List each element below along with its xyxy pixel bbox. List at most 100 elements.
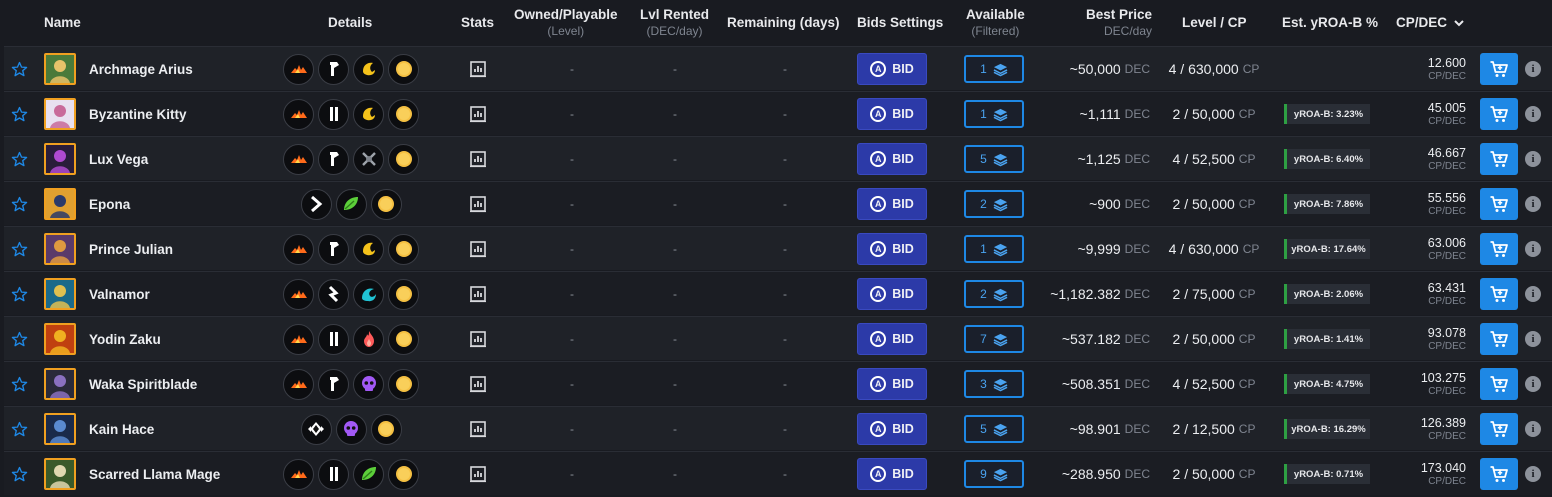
header-remaining[interactable]: Remaining (days) <box>727 14 840 31</box>
card-avatar[interactable] <box>44 368 76 400</box>
stats-icon[interactable] <box>467 452 489 496</box>
owned-value: - <box>570 377 574 391</box>
card-avatar[interactable] <box>44 143 76 175</box>
favorite-star-icon[interactable] <box>10 227 28 271</box>
header-owned[interactable]: Owned/Playable (Level) <box>514 6 618 40</box>
header-available[interactable]: Available (Filtered) <box>966 6 1025 40</box>
favorite-star-icon[interactable] <box>10 92 28 136</box>
add-to-cart-button[interactable] <box>1480 368 1518 400</box>
add-to-cart-button[interactable] <box>1480 323 1518 355</box>
stats-icon[interactable] <box>467 272 489 316</box>
card-details <box>274 362 428 406</box>
header-name[interactable]: Name <box>44 14 81 31</box>
available-button[interactable]: 2 <box>964 280 1024 308</box>
cp-per-dec: 45.005 CP/DEC <box>1427 100 1466 127</box>
stats-icon[interactable] <box>467 407 489 451</box>
bid-button[interactable]: A BID <box>857 98 927 130</box>
bid-button[interactable]: A BID <box>857 458 927 490</box>
favorite-star-icon[interactable] <box>10 182 28 226</box>
info-icon[interactable]: i <box>1524 137 1542 181</box>
add-to-cart-button[interactable] <box>1480 413 1518 445</box>
card-name[interactable]: Lux Vega <box>89 137 148 181</box>
card-avatar[interactable] <box>44 458 76 490</box>
card-name[interactable]: Prince Julian <box>89 227 173 271</box>
info-icon[interactable]: i <box>1524 182 1542 226</box>
bid-button[interactable]: A BID <box>857 143 927 175</box>
header-yroa[interactable]: Est. yROA-B % <box>1282 14 1378 31</box>
table-row: Archmage Arius - - - A BID 1 ~50,000 DEC … <box>4 46 1552 90</box>
stats-icon[interactable] <box>467 317 489 361</box>
bid-button[interactable]: A BID <box>857 233 927 265</box>
stats-icon[interactable] <box>467 182 489 226</box>
available-button[interactable]: 1 <box>964 100 1024 128</box>
available-button[interactable]: 2 <box>964 190 1024 218</box>
header-rented[interactable]: Lvl Rented (DEC/day) <box>640 6 709 40</box>
favorite-star-icon[interactable] <box>10 362 28 406</box>
card-name[interactable]: Scarred Llama Mage <box>89 452 220 496</box>
bid-button[interactable]: A BID <box>857 188 927 220</box>
add-to-cart-button[interactable] <box>1480 458 1518 490</box>
add-to-cart-button[interactable] <box>1480 53 1518 85</box>
info-icon[interactable]: i <box>1524 452 1542 496</box>
stats-icon[interactable] <box>467 92 489 136</box>
available-button[interactable]: 1 <box>964 55 1024 83</box>
favorite-star-icon[interactable] <box>10 47 28 91</box>
available-button[interactable]: 5 <box>964 145 1024 173</box>
available-button[interactable]: 9 <box>964 460 1024 488</box>
bid-button[interactable]: A BID <box>857 413 927 445</box>
favorite-star-icon[interactable] <box>10 272 28 316</box>
add-to-cart-button[interactable] <box>1480 143 1518 175</box>
bid-button[interactable]: A BID <box>857 323 927 355</box>
card-avatar[interactable] <box>44 53 76 85</box>
remaining-value: - <box>783 62 787 76</box>
favorite-star-icon[interactable] <box>10 317 28 361</box>
info-icon[interactable]: i <box>1524 92 1542 136</box>
favorite-star-icon[interactable] <box>10 137 28 181</box>
cp-per-dec: 63.006 CP/DEC <box>1427 235 1466 262</box>
info-icon[interactable]: i <box>1524 407 1542 451</box>
stats-icon[interactable] <box>467 47 489 91</box>
card-name[interactable]: Epona <box>89 182 130 226</box>
bid-button[interactable]: A BID <box>857 278 927 310</box>
bid-button[interactable]: A BID <box>857 53 927 85</box>
card-name[interactable]: Waka Spiritblade <box>89 362 197 406</box>
stats-icon[interactable] <box>467 137 489 181</box>
favorite-star-icon[interactable] <box>10 407 28 451</box>
card-name[interactable]: Byzantine Kitty <box>89 92 187 136</box>
melee-icon <box>318 368 349 400</box>
info-icon[interactable]: i <box>1524 227 1542 271</box>
add-to-cart-button[interactable] <box>1480 98 1518 130</box>
info-icon[interactable]: i <box>1524 362 1542 406</box>
favorite-star-icon[interactable] <box>10 452 28 496</box>
info-icon[interactable]: i <box>1524 47 1542 91</box>
info-icon[interactable]: i <box>1524 317 1542 361</box>
header-best-price[interactable]: Best Price DEC/day <box>1086 6 1152 40</box>
card-name[interactable]: Yodin Zaku <box>89 317 161 361</box>
bid-button[interactable]: A BID <box>857 368 927 400</box>
coin-icon <box>388 143 419 175</box>
card-avatar[interactable] <box>44 98 76 130</box>
add-to-cart-button[interactable] <box>1480 278 1518 310</box>
card-name[interactable]: Kain Hace <box>89 407 154 451</box>
card-avatar[interactable] <box>44 188 76 220</box>
card-avatar[interactable] <box>44 233 76 265</box>
available-button[interactable]: 1 <box>964 235 1024 263</box>
add-to-cart-button[interactable] <box>1480 188 1518 220</box>
stats-icon[interactable] <box>467 227 489 271</box>
info-icon[interactable]: i <box>1524 272 1542 316</box>
available-button[interactable]: 5 <box>964 415 1024 443</box>
card-name[interactable]: Archmage Arius <box>89 47 193 91</box>
card-name[interactable]: Valnamor <box>89 272 150 316</box>
cp-per-dec: 63.431 CP/DEC <box>1427 280 1466 307</box>
card-details <box>274 407 428 451</box>
stats-icon[interactable] <box>467 362 489 406</box>
card-avatar[interactable] <box>44 323 76 355</box>
available-button[interactable]: 7 <box>964 325 1024 353</box>
available-count: 5 <box>980 152 987 166</box>
add-to-cart-button[interactable] <box>1480 233 1518 265</box>
header-cpdec[interactable]: CP/DEC <box>1396 14 1464 31</box>
card-avatar[interactable] <box>44 278 76 310</box>
available-button[interactable]: 3 <box>964 370 1024 398</box>
header-level-cp[interactable]: Level / CP <box>1182 14 1247 31</box>
card-avatar[interactable] <box>44 413 76 445</box>
